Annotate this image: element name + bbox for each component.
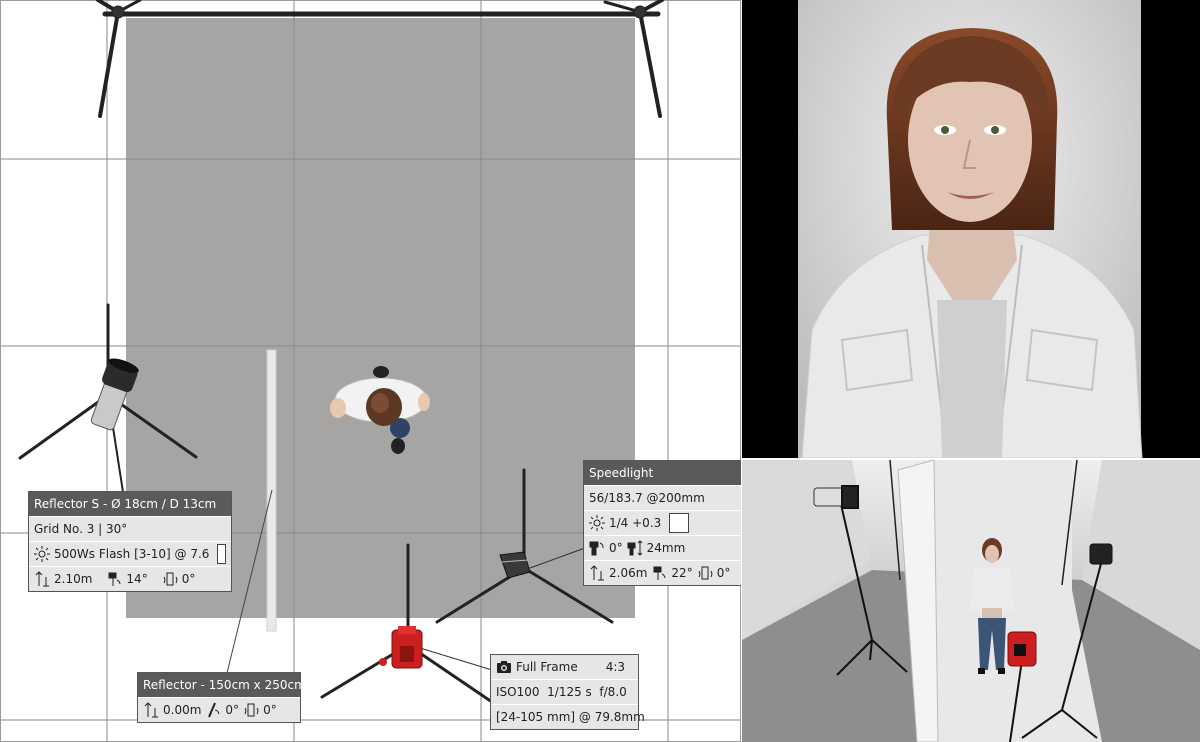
height-icon: [590, 565, 604, 581]
speedlight-power-row[interactable]: 1/4 +0.3: [584, 510, 741, 535]
studio-3d-scene: [742, 460, 1200, 742]
reflector-s-tilt: 14°: [126, 572, 148, 586]
speedlight-title: Speedlight: [584, 461, 741, 485]
camera-sensor: Full Frame: [516, 660, 578, 674]
reflector-s-grid-row[interactable]: Grid No. 3 | 30°: [29, 516, 231, 541]
reflector-panel-position-row[interactable]: 0.00m 0° 0°: [138, 697, 300, 722]
floor-plan-canvas[interactable]: [0, 0, 741, 742]
rotation-icon: [163, 572, 178, 586]
studio-3d-view[interactable]: [742, 460, 1200, 742]
speedlight-panel[interactable]: Speedlight 56/183.7 @200mm 1/4 +0.3 0° 2…: [583, 460, 741, 586]
speedlight-rotation: 0°: [716, 566, 731, 580]
floor-plan-view[interactable]: Reflector S - Ø 18cm / D 13cm Grid No. 3…: [0, 0, 741, 742]
reflector-s-height: 2.10m: [54, 572, 93, 586]
height-icon: [144, 702, 158, 718]
flash-zoom-icon: [627, 540, 642, 556]
reflector-s-rotation: 0°: [181, 572, 196, 586]
reflector-s-panel[interactable]: Reflector S - Ø 18cm / D 13cm Grid No. 3…: [28, 491, 232, 592]
render-preview: [742, 0, 1200, 458]
speedlight-color-swatch[interactable]: [669, 513, 690, 533]
reflector-panel-rotation: 0°: [263, 703, 277, 717]
camera-icon: [497, 661, 511, 673]
reflector-s-title: Reflector S - Ø 18cm / D 13cm: [29, 492, 231, 516]
speedlight-tilt: 22°: [671, 566, 693, 580]
sun-icon: [589, 515, 605, 531]
reflector-panel-tilt: 0°: [225, 703, 240, 717]
speedlight-zoom-row[interactable]: 56/183.7 @200mm: [584, 485, 741, 510]
camera-ratio: 4:3: [605, 660, 625, 674]
rotation-icon: [698, 566, 713, 580]
camera-panel[interactable]: Full Frame 4:3 ISO100 1/125 s f/8.0 [24-…: [490, 654, 645, 730]
reflector-panel-card[interactable]: Reflector - 150cm x 250cm 0.00m 0° 0°: [137, 672, 306, 723]
camera-lens: [24-105 mm] @ 79.8mm: [496, 710, 645, 724]
reflector-s-position-row[interactable]: 2.10m 14° 0°: [29, 566, 231, 591]
speedlight-position-row[interactable]: 2.06m 22° 0°: [584, 560, 741, 585]
reflector-panel-title: Reflector - 150cm x 250cm: [138, 673, 306, 697]
height-icon: [35, 571, 49, 587]
speedlight-zoom: 56/183.7 @200mm: [589, 491, 705, 505]
camera-exposure-row[interactable]: ISO100 1/125 s f/8.0: [491, 679, 638, 704]
sun-icon: [34, 546, 50, 562]
speedlight-height: 2.06m: [609, 566, 648, 580]
rotation-icon: [244, 703, 259, 717]
speedlight-zoom-mm: 24mm: [646, 541, 686, 555]
camera-lens-row[interactable]: [24-105 mm] @ 79.8mm: [491, 704, 645, 729]
reflector-s-flash: 500Ws Flash [3-10] @ 7.6: [54, 547, 210, 561]
tilt-icon: [108, 572, 121, 586]
reflector-s-flash-row[interactable]: 500Ws Flash [3-10] @ 7.6: [29, 541, 231, 566]
camera-sensor-row[interactable]: Full Frame 4:3: [491, 655, 638, 679]
tilt-icon: [653, 566, 666, 580]
portrait-render: [798, 0, 1143, 458]
speedlight-power: 1/4 +0.3: [609, 516, 662, 530]
speedlight-head-row[interactable]: 0° 24mm: [584, 535, 741, 560]
reflector-s-color-swatch[interactable]: [217, 544, 226, 564]
panel-tilt-icon: [208, 702, 220, 718]
reflector-panel-height: 0.00m: [163, 703, 202, 717]
reflector-s-grid: Grid No. 3 | 30°: [34, 522, 128, 536]
flash-head-tilt-icon: [589, 541, 604, 556]
camera-exposure: ISO100 1/125 s f/8.0: [496, 685, 627, 699]
speedlight-head-tilt: 0°: [609, 541, 623, 555]
